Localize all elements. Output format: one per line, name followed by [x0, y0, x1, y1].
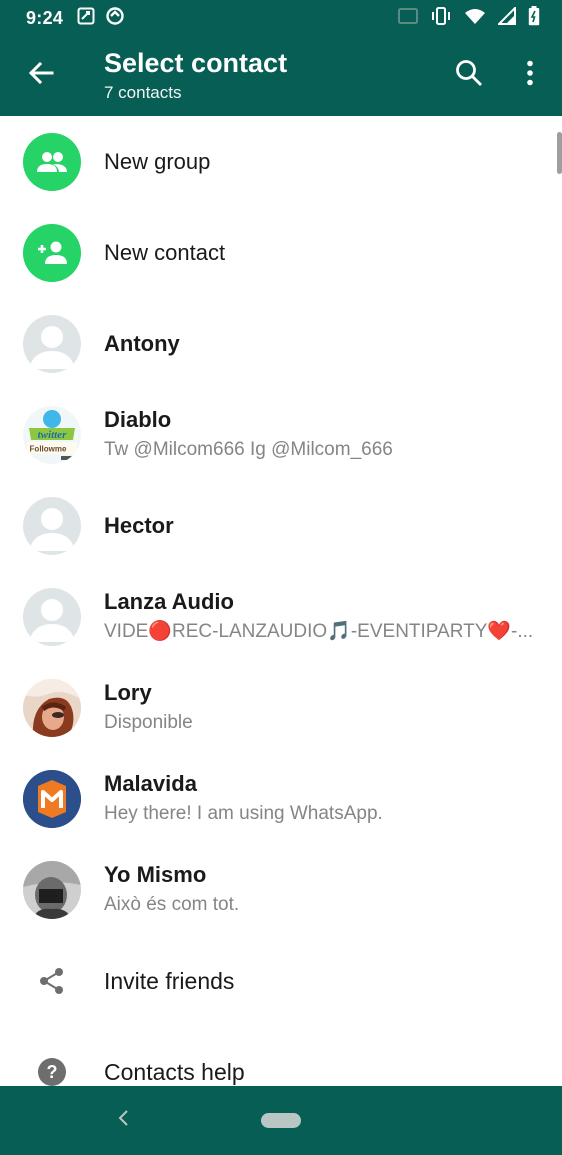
contact-status: Hey there! I am using WhatsApp. — [104, 802, 383, 824]
contact-row[interactable]: Lory Disponible — [0, 662, 562, 753]
signal-icon — [496, 5, 516, 30]
cast-icon — [398, 7, 418, 29]
contact-name: Lanza Audio — [104, 588, 234, 614]
new-contact-item[interactable]: New contact — [0, 207, 562, 298]
svg-text:?: ? — [47, 1062, 58, 1082]
photo-avatar — [23, 678, 81, 737]
malavida-logo-avatar — [23, 769, 81, 828]
contact-status: VIDE🔴REC-LANZAUDIO🎵-EVENTIPARTY❤️-... — [104, 620, 534, 642]
contact-row[interactable]: Lanza Audio VIDE🔴REC-LANZAUDIO🎵-EVENTIPA… — [0, 571, 562, 662]
contact-name: Lory — [104, 679, 152, 705]
contact-count: 7 contacts — [104, 83, 182, 102]
search-button[interactable] — [452, 58, 486, 92]
contact-name: Yo Mismo — [104, 861, 207, 887]
contact-name: Malavida — [104, 770, 197, 796]
contact-name: Hector — [104, 512, 174, 538]
chevron-left-icon — [117, 1109, 131, 1132]
new-group-item[interactable]: New group — [0, 116, 562, 207]
svg-text:Followme: Followme — [30, 444, 67, 453]
photo-avatar — [23, 860, 81, 919]
contact-row[interactable]: Yo Mismo Això és com tot. — [0, 844, 562, 935]
more-vert-icon — [526, 60, 534, 91]
contacts-help-label: Contacts help — [104, 1058, 245, 1085]
default-avatar-icon — [23, 496, 81, 555]
arrow-back-icon — [28, 60, 54, 91]
contact-row[interactable]: twitter Followme Diablo Tw @Milcom666 Ig… — [0, 389, 562, 480]
new-contact-label: New contact — [104, 239, 226, 265]
scrollbar[interactable] — [557, 132, 562, 174]
contact-row[interactable]: Antony — [0, 298, 562, 389]
battery-icon — [528, 5, 540, 31]
invite-friends-label: Invite friends — [104, 967, 235, 994]
default-avatar-icon — [23, 587, 81, 646]
share-icon — [36, 965, 68, 997]
contact-row[interactable]: Hector — [0, 480, 562, 571]
help-icon: ? — [36, 1056, 68, 1087]
wifi-icon — [464, 7, 486, 30]
search-icon — [455, 59, 483, 92]
system-nav-bar — [0, 1086, 562, 1155]
title-block: Select contact 7 contacts — [104, 46, 287, 106]
nav-back-button[interactable] — [112, 1108, 136, 1132]
nav-home-pill[interactable] — [261, 1113, 301, 1128]
add-person-icon — [23, 223, 81, 282]
contact-status: Això és com tot. — [104, 893, 240, 915]
data-saver-icon — [105, 6, 125, 31]
contact-name: Diablo — [104, 406, 172, 432]
gallery-icon — [77, 7, 95, 30]
contact-name: Antony — [104, 330, 180, 356]
contact-row[interactable]: Malavida Hey there! I am using WhatsApp. — [0, 753, 562, 844]
status-time: 9:24 — [26, 7, 64, 28]
contact-list[interactable]: New group New contact Antony twitter Fol… — [0, 116, 562, 1086]
app-bar: Select contact 7 contacts — [0, 36, 562, 116]
svg-text:twitter: twitter — [38, 429, 67, 441]
contact-status: Disponible — [104, 711, 193, 733]
more-options-button[interactable] — [514, 58, 546, 92]
invite-friends-item[interactable]: Invite friends — [0, 935, 562, 1026]
group-icon — [23, 132, 81, 191]
vibrate-icon — [430, 6, 452, 30]
status-bar: 9:24 — [0, 0, 562, 36]
contacts-help-item[interactable]: ? Contacts help — [0, 1026, 562, 1086]
new-group-label: New group — [104, 148, 211, 174]
back-button[interactable] — [24, 58, 58, 92]
page-title: Select contact — [104, 48, 288, 78]
twitter-followme-avatar: twitter Followme — [23, 405, 81, 464]
default-avatar-icon — [23, 314, 81, 373]
contact-status: Tw @Milcom666 Ig @Milcom_666 — [104, 438, 393, 460]
